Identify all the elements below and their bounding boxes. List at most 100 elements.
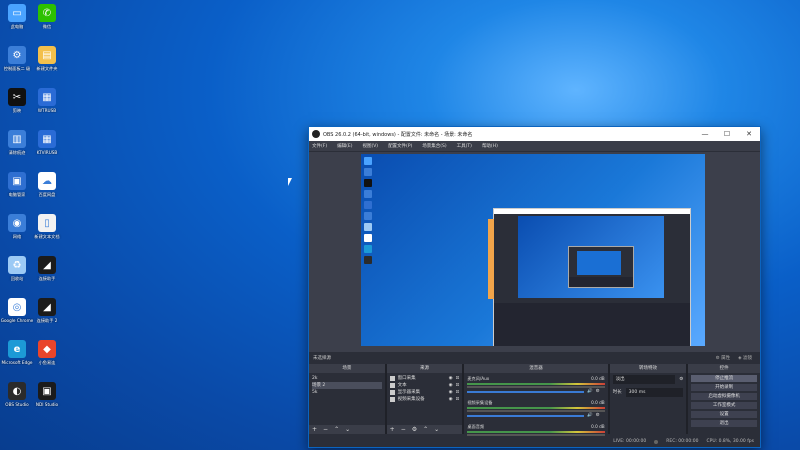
eye-icon[interactable]: ◉ (449, 396, 453, 403)
source-item[interactable]: 显示器采集 ◉ ⊡ (389, 389, 460, 396)
desktop-shortcut[interactable]: ◢ 连接助手 (30, 256, 64, 281)
desktop-shortcut[interactable]: ▯ 新建文本文档 (30, 214, 64, 239)
menu-item[interactable]: 工具(T) (457, 143, 472, 149)
menu-item[interactable]: 场景集合(S) (422, 143, 446, 149)
gear-icon[interactable]: ⚙ (596, 412, 600, 419)
text-file-icon: ▯ (38, 214, 56, 232)
add-icon[interactable]: + (390, 426, 395, 433)
preview-desktop-icons (364, 157, 388, 343)
remove-icon[interactable]: − (323, 426, 328, 433)
filters-button[interactable]: ◈ 滤镜 (738, 355, 752, 361)
minimize-button[interactable]: — (694, 130, 716, 138)
lock-icon[interactable]: ⊡ (456, 389, 460, 396)
gear-icon[interactable]: ⚙ (679, 376, 683, 383)
down-arrow-icon[interactable]: ⌄ (345, 426, 350, 433)
desktop-shortcut[interactable]: ▣ NDI Studio (30, 382, 64, 407)
close-button[interactable]: ✕ (738, 130, 760, 138)
desktop-shortcut[interactable]: e Microsoft Edge (0, 340, 34, 365)
remove-icon[interactable]: − (401, 426, 406, 433)
chrome-icon: ◎ (8, 298, 26, 316)
channel-name: 桌面音频 (467, 424, 485, 429)
scene-item[interactable]: 2k (312, 375, 382, 382)
obs-window[interactable]: OBS 26.0.2 (64-bit, windows) - 配置文件: 未命名… (308, 126, 761, 448)
menu-item[interactable]: 视图(V) (362, 143, 378, 149)
volume-slider[interactable] (467, 415, 585, 417)
desktop-shortcut[interactable]: ◉ 网络 (0, 214, 34, 239)
edge-icon: e (8, 340, 26, 358)
desktop-shortcut[interactable]: ⚙ 控制面板二 级 (0, 46, 34, 71)
mouse-cursor-icon (288, 178, 292, 186)
desktop-shortcut[interactable]: ◎ Google Chrome (0, 298, 34, 323)
source-item[interactable]: 视频采集设备 ◉ ⊡ (389, 396, 460, 403)
cleaner-icon: ▥ (8, 130, 26, 148)
lock-icon[interactable]: ⊡ (456, 382, 460, 389)
down-arrow-icon[interactable]: ⌄ (434, 426, 439, 433)
desktop-shortcut[interactable]: ▭ 此电脑 (0, 4, 34, 29)
source-name: 显示器采集 (397, 390, 421, 395)
menu-item[interactable]: 配置文件(P) (388, 143, 412, 149)
desktop-shortcut-label: 此电脑 (10, 24, 24, 29)
desktop-shortcut[interactable]: ▣ 电脑管家 (0, 172, 34, 197)
desktop-shortcut-label: 小鱼易连 (38, 360, 56, 365)
source-item[interactable]: 文本 ◉ ⊡ (389, 382, 460, 389)
eye-icon[interactable]: ◉ (449, 382, 453, 389)
control-button[interactable]: 工作室模式 (691, 402, 757, 409)
menu-item[interactable]: 帮助(H) (482, 143, 498, 149)
desktop-shortcut[interactable]: ▦ WTRUSB (30, 88, 64, 113)
control-button[interactable]: 停止推流 (691, 375, 757, 382)
obs-logo-icon (312, 130, 320, 138)
speaker-icon[interactable]: 🔊 (587, 412, 593, 419)
desktop-shortcut[interactable]: ♻ 回收站 (0, 256, 34, 281)
title-bar[interactable]: OBS 26.0.2 (64-bit, windows) - 配置文件: 未命名… (309, 127, 760, 141)
menu-item[interactable]: 编辑(E) (337, 143, 352, 149)
channel-name: 麦克风/Aux (467, 376, 490, 381)
up-arrow-icon[interactable]: ⌃ (423, 426, 428, 433)
desktop-shortcut[interactable]: ▦ KTVIRUSB (30, 130, 64, 155)
desktop-shortcut-label: 微信 (42, 24, 52, 29)
desktop-shortcut[interactable]: ◢ 连接助手 2 (30, 298, 64, 323)
volume-slider[interactable] (467, 391, 585, 393)
duration-input[interactable]: 300 ms (625, 388, 684, 397)
folder-icon: ▤ (38, 46, 56, 64)
desktop-shortcut[interactable]: ▥ 清除痕迹 (0, 130, 34, 155)
usb-app-icon: ▦ (38, 88, 56, 106)
channel-db: 0.0 dB (591, 400, 605, 405)
scene-item[interactable]: 场景 2 (312, 382, 382, 389)
desktop-shortcut[interactable]: ◐ OBS Studio (0, 382, 34, 407)
control-button[interactable]: 退出 (691, 420, 757, 427)
add-icon[interactable]: + (312, 426, 317, 433)
desktop-shortcut[interactable]: ✆ 微信 (30, 4, 64, 29)
preview-area[interactable] (309, 152, 760, 374)
desktop-shortcut-label: 连接助手 (38, 276, 56, 281)
control-button[interactable]: 启动虚拟摄像机 (691, 393, 757, 400)
source-type-icon (389, 390, 395, 395)
gear-icon[interactable]: ⚙ (412, 426, 417, 433)
cpu-status: CPU: 0.8%, 30.00 fps (706, 439, 755, 444)
eye-icon[interactable]: ◉ (449, 389, 453, 396)
level-meter (467, 431, 605, 433)
lock-icon[interactable]: ⊡ (456, 396, 460, 403)
no-source-label: 未选择源 (313, 356, 331, 361)
desktop-shortcut[interactable]: ▤ 新建文件夹 (30, 46, 64, 71)
eye-icon[interactable]: ◉ (449, 375, 453, 382)
control-button[interactable]: 开始录制 (691, 384, 757, 391)
control-button[interactable]: 设置 (691, 411, 757, 418)
up-arrow-icon[interactable]: ⌃ (334, 426, 339, 433)
preview-canvas[interactable] (361, 154, 705, 346)
wechat-icon: ✆ (38, 4, 56, 22)
gear-icon[interactable]: ⚙ (596, 388, 600, 395)
desktop-shortcut[interactable]: ✂ 剪映 (0, 88, 34, 113)
source-item[interactable]: 窗口采集 ◉ ⊡ (389, 375, 460, 382)
desktop-shortcut-label: Microsoft Edge (1, 360, 33, 365)
connector-icon: ◢ (38, 256, 56, 274)
maximize-button[interactable]: ☐ (716, 130, 738, 138)
properties-button[interactable]: ⚙ 属性 (716, 355, 730, 361)
menu-item[interactable]: 文件(F) (312, 143, 327, 149)
desktop-shortcut[interactable]: ☁ 百度网盘 (30, 172, 64, 197)
lock-icon[interactable]: ⊡ (456, 375, 460, 382)
speaker-icon[interactable]: 🔊 (587, 388, 593, 395)
level-meter (467, 383, 605, 385)
desktop-shortcut[interactable]: ◆ 小鱼易连 (30, 340, 64, 365)
transition-select[interactable]: 淡出 (612, 375, 676, 384)
scene-item[interactable]: 5k (312, 389, 382, 396)
